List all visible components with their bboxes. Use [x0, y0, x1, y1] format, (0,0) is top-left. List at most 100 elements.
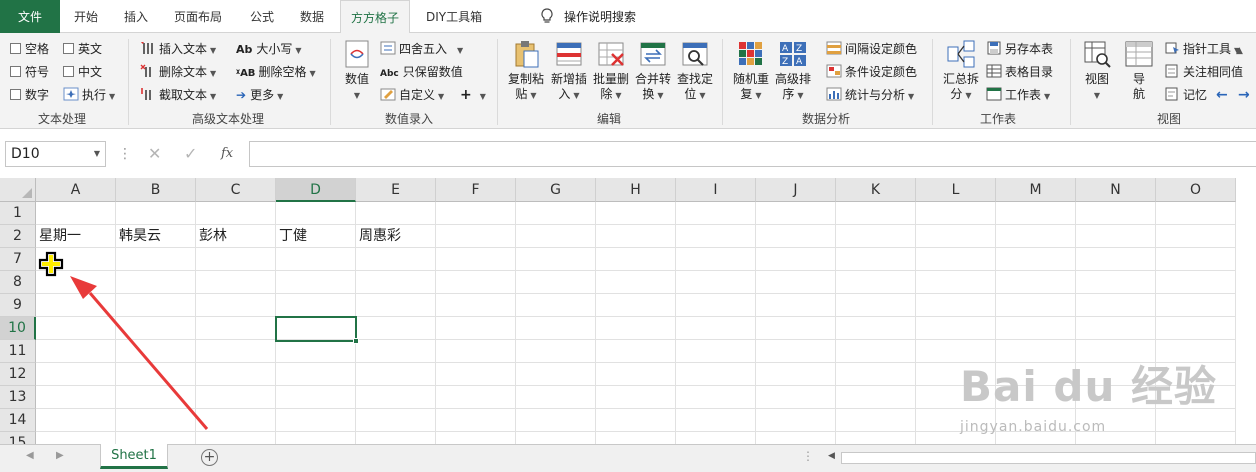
cell-d7[interactable] — [276, 248, 356, 271]
cell-g15[interactable] — [516, 432, 596, 444]
cell-f1[interactable] — [436, 202, 516, 225]
hscroll-thumb[interactable] — [841, 452, 1256, 464]
column-header-k[interactable]: K — [836, 178, 916, 202]
cell-n2[interactable] — [1076, 225, 1156, 248]
cell-h15[interactable] — [596, 432, 676, 444]
cell-j11[interactable] — [756, 340, 836, 363]
column-header-f[interactable]: F — [436, 178, 516, 202]
fill-handle[interactable] — [353, 338, 359, 344]
cell-m1[interactable] — [996, 202, 1076, 225]
cell-k8[interactable] — [836, 271, 916, 294]
cell-e7[interactable] — [356, 248, 436, 271]
cell-j13[interactable] — [756, 386, 836, 409]
cell-e14[interactable] — [356, 409, 436, 432]
cell-n1[interactable] — [1076, 202, 1156, 225]
cell-j1[interactable] — [756, 202, 836, 225]
worksheet-button[interactable]: 工作表 ▼ — [986, 85, 1050, 105]
column-header-n[interactable]: N — [1076, 178, 1156, 202]
delete-text-button[interactable]: 删除文本 ▼ — [140, 62, 216, 82]
cell-g1[interactable] — [516, 202, 596, 225]
cell-l7[interactable] — [916, 248, 996, 271]
cell-e10[interactable] — [356, 317, 436, 340]
cell-f10[interactable] — [436, 317, 516, 340]
cell-k10[interactable] — [836, 317, 916, 340]
cell-e15[interactable] — [356, 432, 436, 444]
cell-l10[interactable] — [916, 317, 996, 340]
cell-l8[interactable] — [916, 271, 996, 294]
column-header-e[interactable]: E — [356, 178, 436, 202]
cond-color-button[interactable]: 条件设定颜色 — [826, 62, 917, 82]
cell-j10[interactable] — [756, 317, 836, 340]
checkbox-chinese[interactable]: 中文 — [63, 62, 102, 82]
cell-o7[interactable] — [1156, 248, 1236, 271]
cell-i1[interactable] — [676, 202, 756, 225]
cell-d12[interactable] — [276, 363, 356, 386]
batch-delete-button[interactable]: 批量删除 ▼ — [590, 37, 632, 103]
cell-i2[interactable] — [676, 225, 756, 248]
cell-k12[interactable] — [836, 363, 916, 386]
cell-g7[interactable] — [516, 248, 596, 271]
cell-h14[interactable] — [596, 409, 676, 432]
cell-i8[interactable] — [676, 271, 756, 294]
table-dir-button[interactable]: 表格目录 — [986, 62, 1053, 82]
column-header-g[interactable]: G — [516, 178, 596, 202]
column-header-j[interactable]: J — [756, 178, 836, 202]
column-header-d[interactable]: D — [276, 178, 356, 202]
cell-e9[interactable] — [356, 294, 436, 317]
cell-g9[interactable] — [516, 294, 596, 317]
checkbox-space[interactable]: 空格 — [10, 39, 49, 59]
cell-n10[interactable] — [1076, 317, 1156, 340]
watch-same-value-button[interactable]: 关注相同值 — [1164, 62, 1243, 82]
cell-f8[interactable] — [436, 271, 516, 294]
advanced-sort-button[interactable]: AZZA 高级排序 ▼ — [772, 37, 814, 103]
cell-e1[interactable] — [356, 202, 436, 225]
cell-e12[interactable] — [356, 363, 436, 386]
cell-d1[interactable] — [276, 202, 356, 225]
cell-i10[interactable] — [676, 317, 756, 340]
cell-j15[interactable] — [756, 432, 836, 444]
cell-e8[interactable] — [356, 271, 436, 294]
custom-button[interactable]: 自定义 ▼ — [380, 85, 444, 105]
cell-j9[interactable] — [756, 294, 836, 317]
tab-insert[interactable]: 插入 — [124, 0, 148, 33]
active-cell-d10[interactable] — [275, 316, 359, 344]
cell-o9[interactable] — [1156, 294, 1236, 317]
cell-o2[interactable] — [1156, 225, 1236, 248]
cell-i12[interactable] — [676, 363, 756, 386]
column-header-h[interactable]: H — [596, 178, 676, 202]
spreadsheet-grid[interactable]: ABCDEFGHIJKLMNO 1 2 7 8 9 10 11 12 13 14 15 星期一 韩昊云… — [0, 178, 1256, 444]
cell-g11[interactable] — [516, 340, 596, 363]
more-button[interactable]: ➔ 更多 ▼ — [236, 85, 283, 105]
cell-d8[interactable] — [276, 271, 356, 294]
cell-g10[interactable] — [516, 317, 596, 340]
cancel-icon[interactable]: ✕ — [148, 141, 161, 167]
cell-k2[interactable] — [836, 225, 916, 248]
horizontal-scrollbar[interactable]: ◀ — [803, 451, 1256, 465]
cell-d2[interactable]: 丁健 — [276, 225, 356, 248]
add-more-button[interactable]: + ▼ — [460, 85, 486, 105]
cell-k13[interactable] — [836, 386, 916, 409]
interval-color-button[interactable]: 间隔设定颜色 — [826, 39, 917, 59]
cell-h8[interactable] — [596, 271, 676, 294]
cell-m10[interactable] — [996, 317, 1076, 340]
cell-j2[interactable] — [756, 225, 836, 248]
tab-formulas[interactable]: 公式 — [250, 0, 274, 33]
cell-f7[interactable] — [436, 248, 516, 271]
insert-text-button[interactable]: 插入文本 ▼ — [140, 39, 216, 59]
cell-e11[interactable] — [356, 340, 436, 363]
cell-g12[interactable] — [516, 363, 596, 386]
cell-f11[interactable] — [436, 340, 516, 363]
delete-space-button[interactable]: ᵡAB 删除空格 ▼ — [236, 62, 316, 82]
tab-file[interactable]: 文件 — [0, 0, 60, 33]
cell-g2[interactable] — [516, 225, 596, 248]
cell-m2[interactable] — [996, 225, 1076, 248]
stats-analysis-button[interactable]: 统计与分析 ▼ — [826, 85, 914, 105]
tab-data[interactable]: 数据 — [300, 0, 324, 33]
formula-input[interactable] — [249, 141, 1256, 167]
insert-function-button[interactable]: fx — [221, 141, 233, 167]
extract-text-button[interactable]: 截取文本 ▼ — [140, 85, 216, 105]
cell-f9[interactable] — [436, 294, 516, 317]
sheet-next-icon[interactable]: ▶ — [56, 450, 64, 461]
formula-bar-grip-icon[interactable]: ⋮ — [118, 142, 132, 166]
enter-check-icon[interactable]: ✓ — [184, 141, 197, 167]
